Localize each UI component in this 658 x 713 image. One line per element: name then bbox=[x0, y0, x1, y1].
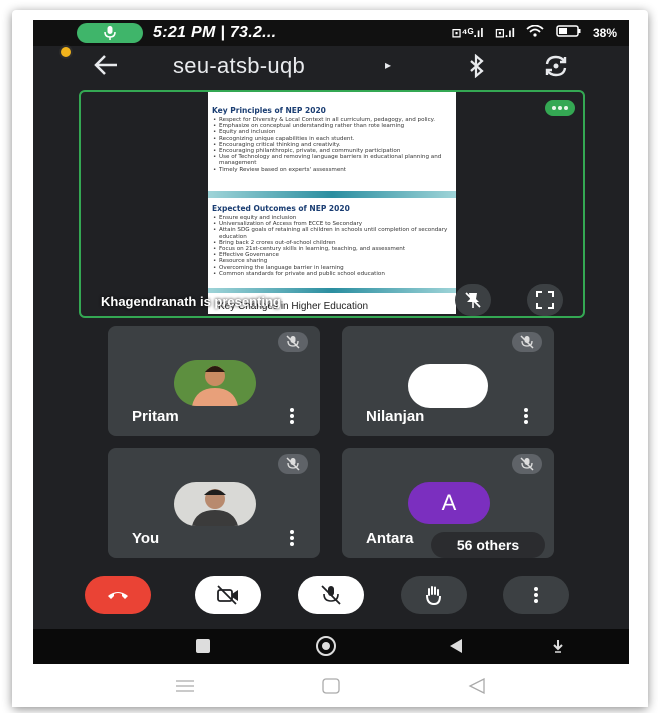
android-nav-bar bbox=[33, 629, 629, 664]
fullscreen-button[interactable] bbox=[527, 284, 563, 316]
participant-options-button[interactable] bbox=[524, 408, 528, 426]
participant-name: Antara bbox=[366, 530, 414, 547]
muted-badge bbox=[512, 332, 542, 352]
camera-toggle-button[interactable] bbox=[195, 576, 261, 614]
end-call-button[interactable] bbox=[85, 576, 151, 614]
participant-tile-pritam[interactable]: Pritam bbox=[108, 326, 320, 436]
avatar bbox=[408, 364, 488, 408]
back-nav-icon[interactable] bbox=[448, 638, 464, 654]
participant-options-button[interactable] bbox=[290, 408, 294, 426]
muted-badge bbox=[278, 332, 308, 352]
home-square-icon[interactable] bbox=[322, 678, 340, 694]
profile-photo-icon bbox=[174, 360, 256, 406]
mic-off-icon bbox=[286, 457, 300, 471]
switch-camera-button[interactable] bbox=[543, 54, 569, 83]
mic-off-icon bbox=[520, 335, 534, 349]
meeting-details-caret[interactable]: ▸ bbox=[385, 58, 391, 72]
muted-badge bbox=[278, 454, 308, 474]
slide-section-outcomes: Expected Outcomes of NEP 2020 Ensure equ… bbox=[212, 204, 452, 277]
avatar bbox=[174, 360, 256, 406]
status-icons: ⊡⁴ᴳ.ıl ⊡.ıl 38% bbox=[444, 24, 617, 40]
battery-level: 38% bbox=[592, 26, 617, 40]
slide-bullet: Attain SDG goals of retaining all childr… bbox=[212, 227, 452, 239]
participant-name: Nilanjan bbox=[366, 408, 425, 425]
arrow-left-icon bbox=[94, 55, 117, 75]
back-button[interactable] bbox=[93, 54, 119, 81]
slide-bullet: Common standards for private and public … bbox=[212, 271, 452, 277]
status-time: 5:21 PM | 73.2... bbox=[153, 24, 277, 41]
avatar bbox=[174, 482, 256, 526]
mic-icon bbox=[104, 26, 116, 40]
audio-output-button[interactable] bbox=[468, 53, 486, 83]
slide-divider-band bbox=[208, 288, 456, 293]
status-bar: 5:21 PM | 73.2... ⊡⁴ᴳ.ıl ⊡.ıl 38% bbox=[33, 20, 629, 46]
switch-camera-icon bbox=[545, 55, 567, 77]
back-triangle-icon[interactable] bbox=[468, 678, 486, 694]
fullscreen-icon bbox=[536, 291, 554, 309]
slide-list: Respect for Diversity & Local Context in… bbox=[212, 117, 452, 173]
participant-tile-you[interactable]: You bbox=[108, 448, 320, 558]
mic-off-icon bbox=[321, 585, 341, 605]
phone-screen: 5:21 PM | 73.2... ⊡⁴ᴳ.ıl ⊡.ıl 38% seu-at… bbox=[33, 20, 629, 664]
camera-off-icon bbox=[217, 585, 238, 605]
slide-section-principles: Key Principles of NEP 2020 Respect for D… bbox=[212, 106, 452, 173]
volte-icon: ⊡⁴ᴳ.ıl bbox=[451, 26, 484, 40]
raise-hand-button[interactable] bbox=[401, 576, 467, 614]
keyboard-down-icon[interactable] bbox=[551, 639, 565, 653]
battery-icon bbox=[555, 25, 585, 40]
shared-slide: Key Principles of NEP 2020 Respect for D… bbox=[208, 92, 456, 314]
mic-off-icon bbox=[286, 335, 300, 349]
recents-icon[interactable] bbox=[196, 639, 210, 653]
others-count-chip[interactable]: 56 others bbox=[431, 532, 545, 558]
presenter-label: Khagendranath is presenting bbox=[101, 294, 281, 309]
hand-icon bbox=[426, 586, 441, 605]
more-options-button[interactable] bbox=[503, 576, 569, 614]
meeting-code[interactable]: seu-atsb-uqb bbox=[173, 53, 305, 79]
slide-heading: Expected Outcomes of NEP 2020 bbox=[212, 204, 350, 213]
home-icon[interactable] bbox=[316, 636, 336, 656]
participant-name: Pritam bbox=[132, 408, 179, 425]
device-nav-bar bbox=[12, 664, 648, 707]
more-vert-icon bbox=[534, 587, 538, 603]
bluetooth-icon bbox=[470, 53, 484, 79]
unpin-button[interactable] bbox=[455, 284, 491, 316]
slide-heading: Key Principles of NEP 2020 bbox=[212, 106, 326, 115]
mic-off-icon bbox=[520, 457, 534, 471]
participant-name: You bbox=[132, 530, 160, 547]
muted-badge bbox=[512, 454, 542, 474]
meeting-topbar: seu-atsb-uqb ▸ bbox=[33, 48, 629, 88]
slide-list: Ensure equity and inclusion Universaliza… bbox=[212, 215, 452, 277]
avatar-initial: A bbox=[408, 482, 490, 524]
menu-icon[interactable] bbox=[175, 680, 195, 692]
slide-bullet: Timely Review based on experts' assessme… bbox=[212, 167, 452, 173]
speaking-indicator bbox=[545, 100, 575, 116]
slide-divider-band bbox=[208, 191, 456, 198]
active-mic-indicator[interactable] bbox=[77, 23, 143, 43]
pin-off-icon bbox=[465, 292, 481, 308]
mic-toggle-button[interactable] bbox=[298, 576, 364, 614]
wifi-icon bbox=[526, 24, 547, 40]
slide-bullet: Use of Technology and removing language … bbox=[212, 154, 452, 166]
presentation-tile[interactable]: Key Principles of NEP 2020 Respect for D… bbox=[79, 90, 585, 318]
hang-up-icon bbox=[108, 592, 128, 599]
participant-options-button[interactable] bbox=[290, 530, 294, 548]
signal-icon: ⊡.ıl bbox=[494, 26, 515, 40]
profile-photo-icon bbox=[174, 482, 256, 526]
participant-tile-nilanjan[interactable]: Nilanjan bbox=[342, 326, 554, 436]
